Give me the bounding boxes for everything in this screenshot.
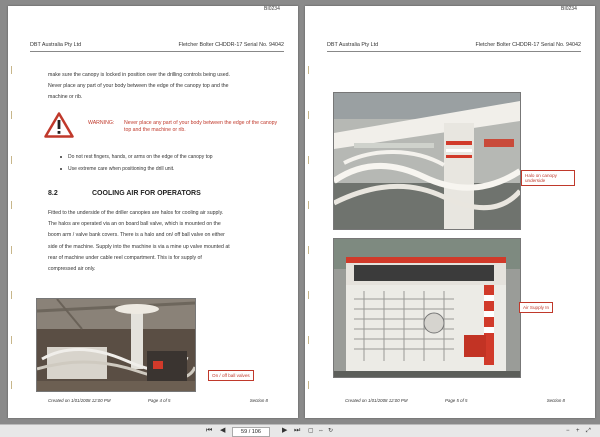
page-number-input[interactable]: 59 / 106 <box>232 426 270 437</box>
intro-paragraph: make sure the canopy is locked in positi… <box>48 70 278 103</box>
footer-page: Page 4 of 5 <box>148 398 171 403</box>
footer-created: Created on 1/01/2008 12:00 PM <box>345 398 408 403</box>
intro-line: Never place any part of your body betwee… <box>48 83 229 89</box>
header-rule <box>30 51 284 52</box>
viewer-toolbar: ⏮ ◀ 59 / 106 ▶ ⏭ ▢ ⇔ ↻ − + ⤢ <box>0 424 600 437</box>
page-header: DBT Australia Pty Ltd Fletcher Bolter CH… <box>30 42 284 50</box>
intro-line: make sure the canopy is locked in positi… <box>48 72 230 78</box>
header-company: DBT Australia Pty Ltd <box>30 42 82 48</box>
warning-triangle-icon <box>44 112 74 138</box>
footer-created: Created on 1/01/2008 12:00 PM <box>48 398 111 403</box>
body-line: boom arm / valve bank covers. There is a… <box>48 232 225 239</box>
footer-section: Section 8 <box>249 398 268 403</box>
doc-id: BI0234 <box>561 6 577 12</box>
doc-id: BI0234 <box>264 6 280 12</box>
callout-air-supply: Air Supply In <box>519 302 554 313</box>
page-left: BI0234 DBT Australia Pty Ltd Fletcher Bo… <box>8 6 298 418</box>
callout-halo: Halo on canopy underside <box>521 170 575 186</box>
next-page-button[interactable]: ▶ <box>282 427 287 435</box>
section-number: 8.2 <box>48 190 58 197</box>
fit-page-icon[interactable]: ▢ <box>308 427 314 435</box>
callout-ball-valves: On / off ball valves <box>208 370 254 381</box>
zoom-out-icon[interactable]: − <box>566 427 570 435</box>
bullet-item: Use extreme care when positioning the dr… <box>60 166 280 178</box>
fit-width-icon[interactable]: ⇔ <box>318 427 324 435</box>
footer-section: Section 8 <box>546 398 565 403</box>
margin-marks <box>308 66 311 389</box>
body-paragraph: Fitted to the underside of the driller c… <box>48 208 278 275</box>
body-line: compressed air only. <box>48 266 96 273</box>
photo-canopy-halo <box>333 92 521 230</box>
first-page-button[interactable]: ⏮ <box>206 427 212 435</box>
header-company: DBT Australia Pty Ltd <box>327 42 379 48</box>
rotate-icon[interactable]: ↻ <box>328 427 333 435</box>
header-rule <box>327 51 581 52</box>
page-header: DBT Australia Pty Ltd Fletcher Bolter CH… <box>327 42 581 50</box>
fullscreen-icon[interactable]: ⤢ <box>586 427 591 435</box>
header-model: Fletcher Bolter CHDDR-17 Serial No. 9404… <box>475 42 581 48</box>
body-line: rear of machine under cable reel compart… <box>48 254 202 261</box>
pdf-viewer: BI0234 DBT Australia Pty Ltd Fletcher Bo… <box>0 0 600 424</box>
prev-page-button[interactable]: ◀ <box>220 427 225 435</box>
zoom-in-icon[interactable]: + <box>576 427 580 435</box>
last-page-button[interactable]: ⏭ <box>294 427 300 435</box>
photo-ball-valves <box>36 298 196 392</box>
margin-marks <box>11 66 14 389</box>
warning-label: WARNING: <box>88 120 115 126</box>
body-line: Fitted to the underside of the driller c… <box>48 210 224 216</box>
footer-page: Page 5 of 5 <box>445 398 468 403</box>
section-title: COOLING AIR FOR OPERATORS <box>92 190 201 197</box>
page-right: BI0234 DBT Australia Pty Ltd Fletcher Bo… <box>305 6 595 418</box>
body-line: side of the machine. Supply into the mac… <box>48 243 230 250</box>
intro-line: machine or rib. <box>48 94 83 100</box>
bullet-item: Do not rest fingers, hands, or arms on t… <box>60 154 280 166</box>
body-line: The halos are operated via an on board b… <box>48 221 221 228</box>
bullet-list: Do not rest fingers, hands, or arms on t… <box>60 154 280 178</box>
photo-air-supply <box>333 238 521 378</box>
header-model: Fletcher Bolter CHDDR-17 Serial No. 9404… <box>178 42 284 48</box>
warning-text: Never place any part of your body betwee… <box>124 120 278 133</box>
